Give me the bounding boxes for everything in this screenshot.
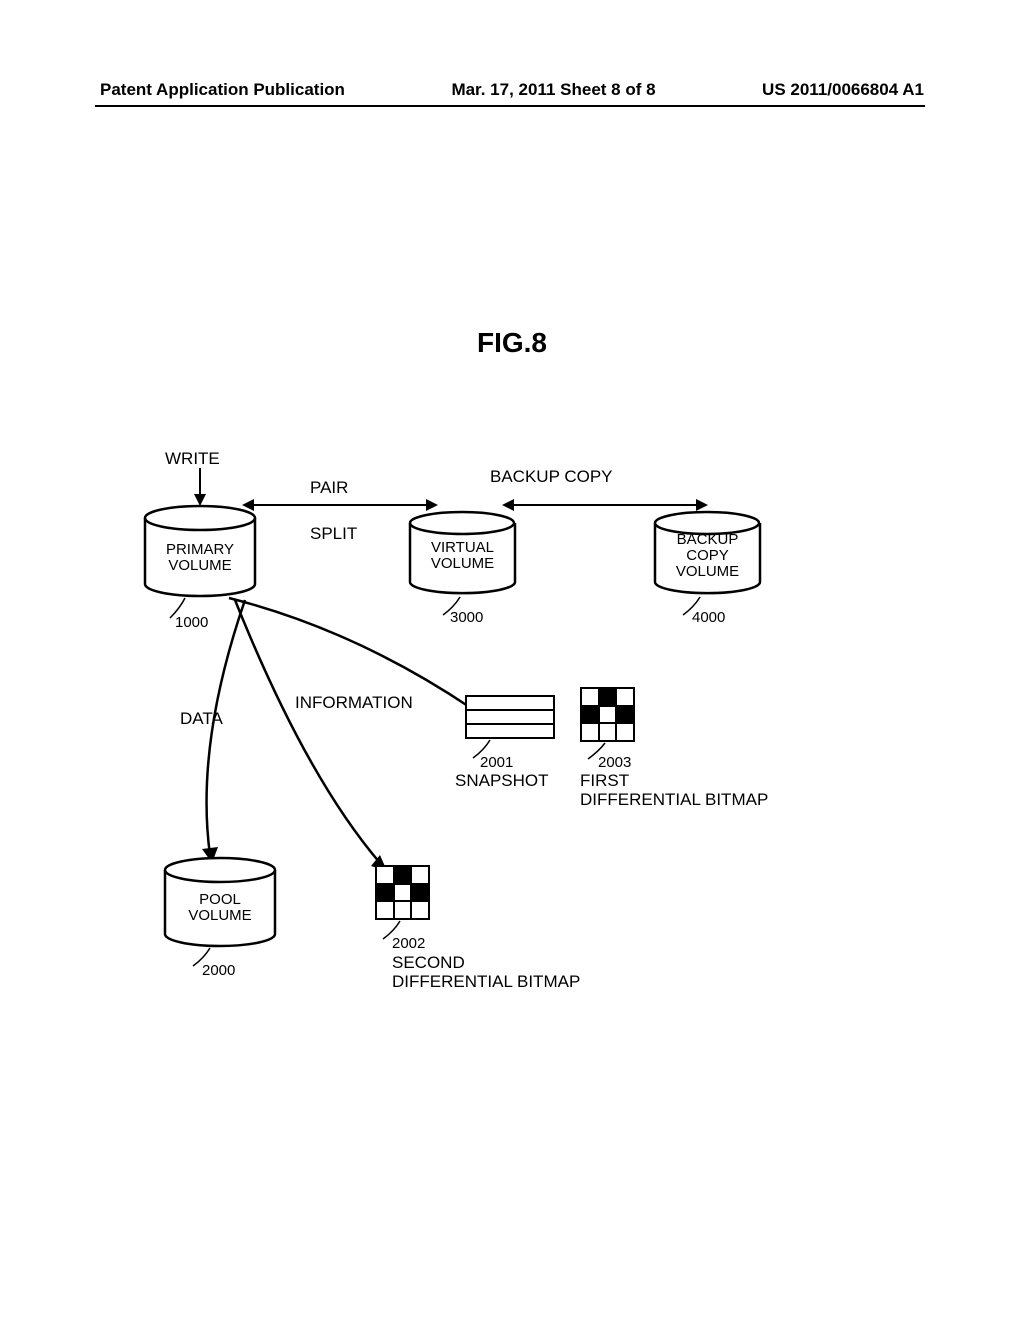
label-pool-volume: POOL VOLUME [175, 892, 265, 924]
label-data: DATA [180, 710, 223, 729]
first-bitmap [580, 687, 635, 742]
label-backup-copy-volume: BACKUP COPY VOLUME [660, 532, 755, 579]
label-split: SPLIT [310, 525, 357, 544]
label-snapshot: SNAPSHOT [455, 772, 549, 791]
label-first-diff: FIRST DIFFERENTIAL BITMAP [580, 772, 768, 809]
header-right: US 2011/0066804 A1 [762, 80, 924, 100]
ref-2002: 2002 [392, 935, 425, 952]
ref-2000: 2000 [202, 962, 235, 979]
page-header: Patent Application Publication Mar. 17, … [0, 80, 1024, 100]
ref-4000: 4000 [692, 609, 725, 626]
header-left: Patent Application Publication [100, 80, 345, 100]
snapshot-table [465, 695, 555, 739]
ref-2001: 2001 [480, 754, 513, 771]
label-second-diff: SECOND DIFFERENTIAL BITMAP [392, 954, 580, 991]
arrow-write [190, 468, 210, 508]
ref-2003: 2003 [598, 754, 631, 771]
label-primary-volume: PRIMARY VOLUME [150, 542, 250, 574]
label-virtual-volume: VIRTUAL VOLUME [415, 540, 510, 572]
diagram-fig8: WRITE PAIR SPLIT BACKUP COPY PRIMARY VOL… [120, 420, 890, 1040]
second-bitmap [375, 865, 430, 920]
arrow-to-bitmap2 [225, 595, 405, 885]
figure-title: FIG.8 [0, 327, 1024, 359]
label-backup-copy: BACKUP COPY [490, 468, 613, 487]
label-write: WRITE [165, 450, 220, 469]
header-rule [95, 105, 925, 107]
header-middle: Mar. 17, 2011 Sheet 8 of 8 [451, 80, 655, 100]
